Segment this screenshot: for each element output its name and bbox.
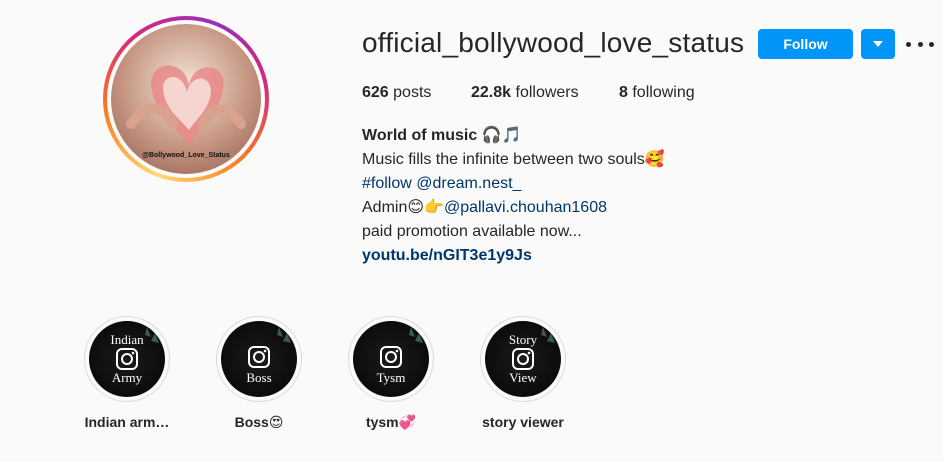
followers-label[interactable]: followers bbox=[516, 84, 579, 101]
highlight-ring[interactable]: Boss bbox=[216, 316, 302, 402]
bio-tags-line: #follow @dream.nest_ bbox=[362, 172, 665, 196]
highlight-label[interactable]: Boss😍 bbox=[204, 414, 314, 431]
highlight-cover[interactable]: Story View bbox=[485, 321, 561, 397]
mention-link[interactable]: @dream.nest_ bbox=[416, 175, 521, 192]
highlight-label[interactable]: Indian arm… bbox=[72, 414, 182, 430]
highlight-label[interactable]: story viewer bbox=[468, 414, 578, 430]
more-options-icon-dot bbox=[917, 41, 923, 47]
highlight-item[interactable]: Boss Boss😍 bbox=[204, 316, 314, 431]
highlight-ring[interactable]: Tysm bbox=[348, 316, 434, 402]
bio-line: Music fills the infinite between two sou… bbox=[362, 151, 665, 168]
highlight-cover-title: Indian bbox=[110, 332, 144, 347]
profile-username: official_bollywood_love_status bbox=[362, 27, 745, 58]
highlight-cover-subtitle: Tysm bbox=[376, 370, 406, 385]
highlight-cover[interactable]: Boss bbox=[221, 321, 297, 397]
more-options-icon-dot bbox=[929, 41, 934, 47]
highlight-item[interactable]: Tysm tysm💞 bbox=[336, 316, 446, 431]
more-options-icon bbox=[906, 41, 911, 47]
following-label[interactable]: following bbox=[632, 84, 694, 101]
instagram-logo-icon bbox=[380, 327, 423, 368]
followers-count[interactable]: 22.8k bbox=[471, 84, 511, 101]
posts-label: posts bbox=[393, 84, 432, 101]
highlight-item[interactable]: Story View story viewer bbox=[468, 316, 578, 430]
highlight-item[interactable]: Indian Army Indian arm… bbox=[72, 316, 182, 430]
highlight-ring[interactable]: Indian Army bbox=[84, 316, 170, 402]
following-count[interactable]: 8 bbox=[619, 84, 628, 101]
profile-bio: World of music 🎧🎵 Music fills the infini… bbox=[362, 124, 665, 268]
story-highlights: Indian Army Indian arm… Boss Boss😍 Tysm … bbox=[0, 316, 943, 446]
chevron-down-icon bbox=[873, 41, 883, 47]
posts-count: 626 bbox=[362, 84, 389, 101]
mention-link[interactable]: @pallavi.chouhan1608 bbox=[444, 199, 607, 216]
bio-name: World of music 🎧🎵 bbox=[362, 127, 522, 144]
highlight-cover[interactable]: Tysm bbox=[353, 321, 429, 397]
followers-stat[interactable]: 22.8k followers bbox=[471, 84, 579, 102]
highlight-cover-title: Story bbox=[508, 332, 538, 347]
profile-avatar-story-ring[interactable]: @Bollywood_Love_Status bbox=[103, 16, 269, 182]
suggested-accounts-dropdown-button[interactable] bbox=[861, 29, 895, 59]
highlight-cover-subtitle: Army bbox=[111, 370, 143, 385]
admin-prefix: Admin😊👉 bbox=[362, 199, 444, 216]
bio-website-link[interactable]: youtu.be/nGIT3e1y9Js bbox=[362, 244, 665, 268]
highlight-ring[interactable]: Story View bbox=[480, 316, 566, 402]
instagram-logo-icon bbox=[248, 327, 291, 368]
profile-avatar[interactable]: @Bollywood_Love_Status bbox=[111, 24, 261, 174]
highlight-label[interactable]: tysm💞 bbox=[336, 414, 446, 431]
follow-button[interactable]: Follow bbox=[758, 29, 853, 59]
more-options-button[interactable] bbox=[906, 34, 934, 54]
highlight-cover[interactable]: Indian Army bbox=[89, 321, 165, 397]
following-stat[interactable]: 8 following bbox=[619, 84, 695, 102]
bio-promo-line: paid promotion available now... bbox=[362, 223, 582, 240]
avatar-watermark: @Bollywood_Love_Status bbox=[142, 152, 230, 159]
posts-stat: 626 posts bbox=[362, 84, 431, 102]
highlight-cover-subtitle: Boss bbox=[246, 370, 272, 385]
bio-admin-line: Admin😊👉@pallavi.chouhan1608 bbox=[362, 196, 665, 220]
highlight-cover-subtitle: View bbox=[509, 370, 537, 385]
hashtag-link[interactable]: #follow bbox=[362, 175, 412, 192]
